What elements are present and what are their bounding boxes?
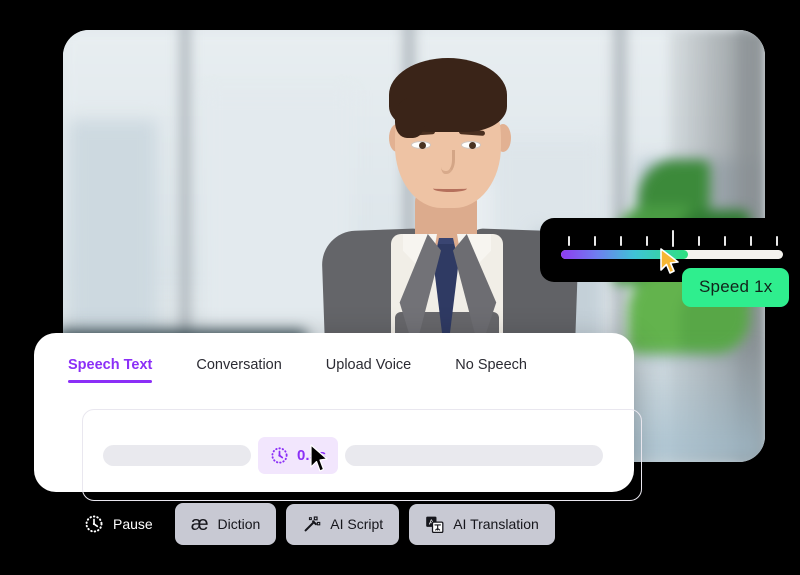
tab-upload-voice[interactable]: Upload Voice bbox=[326, 357, 411, 383]
slider-tick bbox=[593, 236, 596, 246]
bottom-toolbar: Pause æ Diction AI Script A AI Translati… bbox=[84, 503, 555, 545]
slider-tick bbox=[724, 236, 727, 246]
panel-cursor bbox=[310, 444, 328, 472]
slider-tick bbox=[776, 236, 779, 246]
speech-settings-panel: Speech Text Conversation Upload Voice No… bbox=[34, 333, 642, 501]
mouth bbox=[433, 185, 467, 192]
tab-bar: Speech Text Conversation Upload Voice No… bbox=[34, 333, 634, 383]
toolbar-diction-button[interactable]: æ Diction bbox=[174, 503, 277, 545]
hair bbox=[389, 58, 507, 138]
clock-dotted-icon bbox=[85, 515, 103, 533]
tab-conversation[interactable]: Conversation bbox=[196, 357, 281, 383]
slider-tick bbox=[750, 236, 753, 246]
translate-icon: A bbox=[426, 516, 444, 533]
toolbar-diction-label: Diction bbox=[217, 516, 261, 532]
slider-ticks bbox=[561, 230, 783, 248]
clock-dotted-icon bbox=[271, 446, 288, 464]
tab-speech-text[interactable]: Speech Text bbox=[68, 357, 153, 383]
toolbar-ai-script-button[interactable]: AI Script bbox=[286, 503, 400, 545]
slider-tick bbox=[645, 236, 648, 246]
slider-tick bbox=[567, 236, 570, 246]
speed-badge: Speed 1x bbox=[682, 268, 790, 307]
pupil-right bbox=[469, 142, 476, 149]
city-building bbox=[69, 120, 157, 335]
slider-cursor bbox=[660, 248, 679, 274]
slider-tick bbox=[672, 230, 674, 247]
pupil-left bbox=[419, 142, 426, 149]
text-placeholder-bar bbox=[103, 444, 251, 466]
slider-tick bbox=[619, 236, 622, 246]
toolbar-pause-label: Pause bbox=[113, 516, 153, 532]
toolbar-ai-script-label: AI Script bbox=[330, 516, 384, 532]
toolbar-ai-translation-label: AI Translation bbox=[453, 516, 539, 532]
slider-tick bbox=[698, 236, 701, 246]
toolbar-pause-button[interactable]: Pause bbox=[84, 514, 165, 534]
magic-wand-icon bbox=[304, 515, 321, 531]
text-placeholder-bar bbox=[345, 444, 604, 466]
app-root: Speed 1x Speech Text Conversation Upload… bbox=[0, 0, 800, 575]
tab-no-speech[interactable]: No Speech bbox=[455, 357, 527, 383]
toolbar-ai-translation-button[interactable]: A AI Translation bbox=[409, 503, 555, 545]
speech-text-input[interactable]: 0.5s bbox=[82, 409, 642, 501]
ae-ligature-icon: æ bbox=[190, 513, 209, 535]
